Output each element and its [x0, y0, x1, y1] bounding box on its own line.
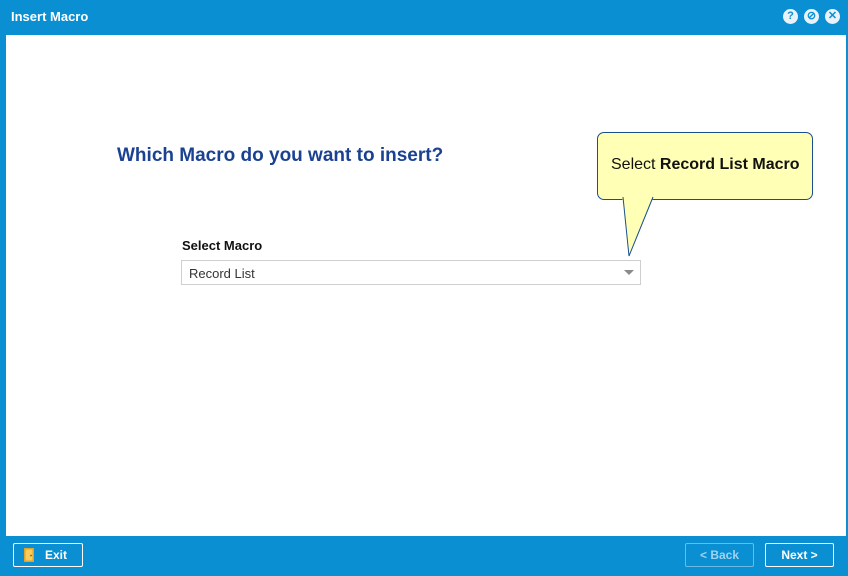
exit-door-icon [24, 548, 34, 562]
chevron-down-icon[interactable] [624, 270, 634, 275]
dialog-content: Which Macro do you want to insert? Selec… [6, 35, 846, 536]
minimize-icon[interactable]: ⊘ [804, 9, 819, 24]
callout-prefix: Select [611, 156, 660, 173]
title-bar: Insert Macro ? ⊘ ✕ [0, 0, 848, 35]
window-title: Insert Macro [11, 9, 89, 24]
close-icon[interactable]: ✕ [825, 9, 840, 24]
tooltip-callout: Select Record List Macro [597, 132, 813, 200]
back-button[interactable]: < Back [685, 543, 754, 567]
exit-button[interactable]: Exit [13, 543, 83, 567]
exit-label: Exit [45, 548, 68, 562]
select-macro-label: Select Macro [182, 238, 263, 253]
next-button[interactable]: Next > [765, 543, 834, 567]
macro-select-value: Record List [189, 266, 255, 281]
callout-pointer [622, 196, 654, 257]
callout-text: Select Record List Macro [611, 156, 800, 174]
footer-bar: Exit < Back Next > [0, 536, 848, 576]
page-title: Which Macro do you want to insert? [117, 145, 444, 166]
macro-select[interactable]: Record List [181, 260, 641, 285]
help-icon[interactable]: ? [783, 9, 798, 24]
callout-emphasis: Record List Macro [659, 156, 800, 173]
